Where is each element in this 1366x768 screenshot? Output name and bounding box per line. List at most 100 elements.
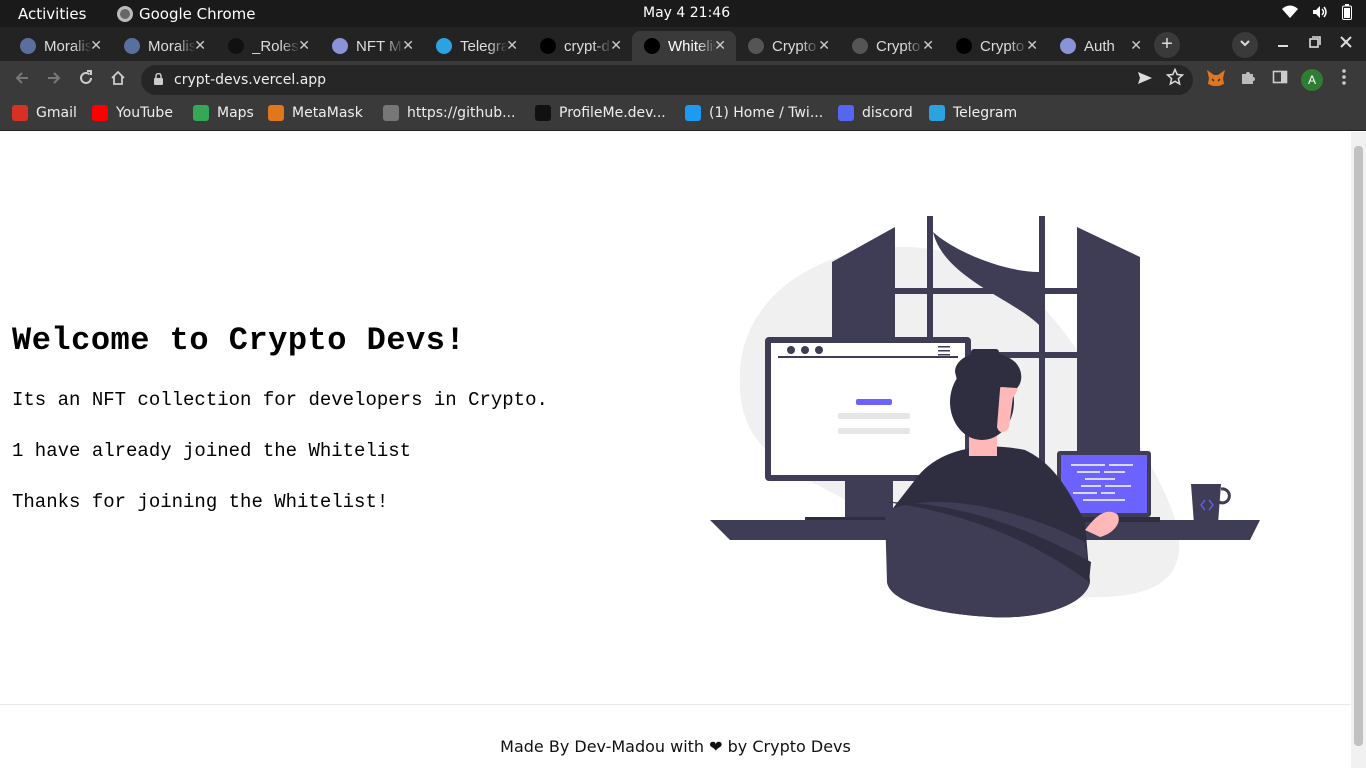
bookmark-label: Gmail [36,105,77,121]
tab-close-icon[interactable]: ✕ [714,37,726,54]
reload-button[interactable] [75,69,97,91]
address-bar[interactable]: crypt-devs.vercel.app [141,65,1193,95]
minimize-button[interactable] [1277,35,1289,51]
tab-close-icon[interactable]: ✕ [1130,37,1142,54]
browser-tab[interactable]: Whitelist Dapp✕ [632,31,736,61]
vertical-scrollbar[interactable] [1351,132,1366,768]
browser-tab[interactable]: Moralis ✕ [8,31,112,61]
minimize-icon [1278,45,1288,47]
volume-icon [1313,6,1327,18]
system-tray[interactable] [1282,4,1352,20]
bookmark-item[interactable]: https://github... [383,105,515,121]
clock[interactable]: May 4 21:46 [643,5,730,21]
puzzle-icon [1242,72,1255,84]
ethereum-icon [1060,38,1076,54]
new-tab-button[interactable]: + [1154,32,1180,58]
side-panel-icon [1272,70,1288,84]
browser-tab[interactable]: _Roles ✕ [216,31,320,61]
browser-tab[interactable]: Crypto Devs✕ [736,31,840,61]
tab-close-icon[interactable]: ✕ [402,37,414,54]
tab-close-icon[interactable]: ✕ [194,37,206,54]
battery-icon [1342,4,1352,20]
bookmark-label: MetaMask [292,105,363,121]
tab-title: NFT Marketplace [356,37,404,55]
bookmark-item[interactable]: MetaMask [268,105,363,121]
lock-icon [154,73,163,85]
tab-title: _Roles [252,37,299,55]
tab-close-icon[interactable]: ✕ [298,37,310,54]
bookmark-item[interactable]: (1) Home / Twi... [685,105,823,121]
browser-tab[interactable]: Telegram✕ [424,31,528,61]
tab-close-icon[interactable]: ✕ [1026,37,1038,54]
scrollbar-thumb[interactable] [1354,146,1363,746]
tab-close-icon[interactable]: ✕ [610,37,622,54]
metamask-icon [1207,70,1225,86]
arrow-right-icon [48,72,61,84]
page-title: Welcome to Crypto Devs! [12,322,466,359]
system-top-bar: Activities Google Chrome May 4 21:46 [0,0,1366,27]
telegram-icon [929,105,945,121]
browser-tab[interactable]: NFT Marketplace✕ [320,31,424,61]
tab-title: Moralis [148,37,196,55]
profile-avatar[interactable]: A [1301,69,1323,91]
chrome-icon [117,6,133,22]
bookmark-star-button[interactable] [1165,67,1185,91]
bookmark-item[interactable]: Telegram [929,105,1017,121]
bookmark-label: https://github... [407,105,516,121]
browser-tab[interactable]: crypt-devs✕ [528,31,632,61]
close-window-button[interactable] [1340,35,1352,51]
browser-tab[interactable]: Crypto Devs✕ [944,31,1048,61]
youtube-icon [92,105,108,121]
whitelist-count: 1 have already joined the Whitelist [12,440,412,462]
blank-icon [852,38,868,54]
browser-tab[interactable]: Auth ✕ [1048,31,1152,61]
forward-button[interactable] [43,69,65,91]
tab-close-icon[interactable]: ✕ [922,37,934,54]
maximize-button[interactable] [1309,35,1321,51]
whitelist-status: Thanks for joining the Whitelist! [12,491,389,513]
bookmark-label: Maps [217,105,254,121]
home-button[interactable] [107,69,129,91]
browser-toolbar: crypt-devs.vercel.app A [0,61,1366,99]
app-name-label: Google Chrome [139,5,256,23]
metamask-extension-button[interactable] [1205,69,1227,91]
globe-icon [383,105,399,121]
tab-title: Auth [1084,37,1115,55]
tab-close-icon[interactable]: ✕ [818,37,830,54]
browser-tab[interactable]: Moralis ✕ [112,31,216,61]
home-icon [111,70,125,85]
back-button[interactable] [11,69,33,91]
bookmark-label: YouTube [116,105,173,121]
tab-close-icon[interactable]: ✕ [90,37,102,54]
tab-close-icon[interactable]: ✕ [506,37,518,54]
send-tab-button[interactable] [1137,70,1153,91]
bookmark-item[interactable]: discord [838,105,913,121]
bookmark-item[interactable]: Maps [193,105,254,121]
maps-icon [193,105,209,121]
bookmark-label: discord [862,105,913,121]
bookmark-item[interactable]: Gmail [12,105,77,121]
moralis-icon [20,38,36,54]
bookmark-label: (1) Home / Twi... [709,105,824,121]
tab-title: Telegram [460,37,508,55]
arrow-left-icon [15,72,28,84]
app-menu[interactable]: Google Chrome [117,5,256,23]
chrome-menu-button[interactable] [1333,69,1355,91]
blank-icon [748,38,764,54]
page-description: Its an NFT collection for developers in … [12,389,548,411]
tab-search-button[interactable] [1232,32,1258,58]
bookmark-item[interactable]: ProfileMe.dev... [535,105,666,121]
gmail-icon [12,105,28,121]
browser-tab[interactable]: Crypto Devs✕ [840,31,944,61]
page-viewport: Welcome to Crypto Devs! Its an NFT colle… [0,132,1351,768]
side-panel-button[interactable] [1269,69,1291,91]
bookmark-label: ProfileMe.dev... [559,105,666,121]
bookmark-item[interactable]: YouTube [92,105,173,121]
wifi-icon [1282,5,1298,18]
url-text[interactable]: crypt-devs.vercel.app [174,72,326,88]
metamask-icon [268,105,284,121]
activities-button[interactable]: Activities [18,5,86,23]
chevron-down-icon [1240,40,1250,47]
telegram-icon [436,38,452,54]
extensions-button[interactable] [1237,69,1259,91]
